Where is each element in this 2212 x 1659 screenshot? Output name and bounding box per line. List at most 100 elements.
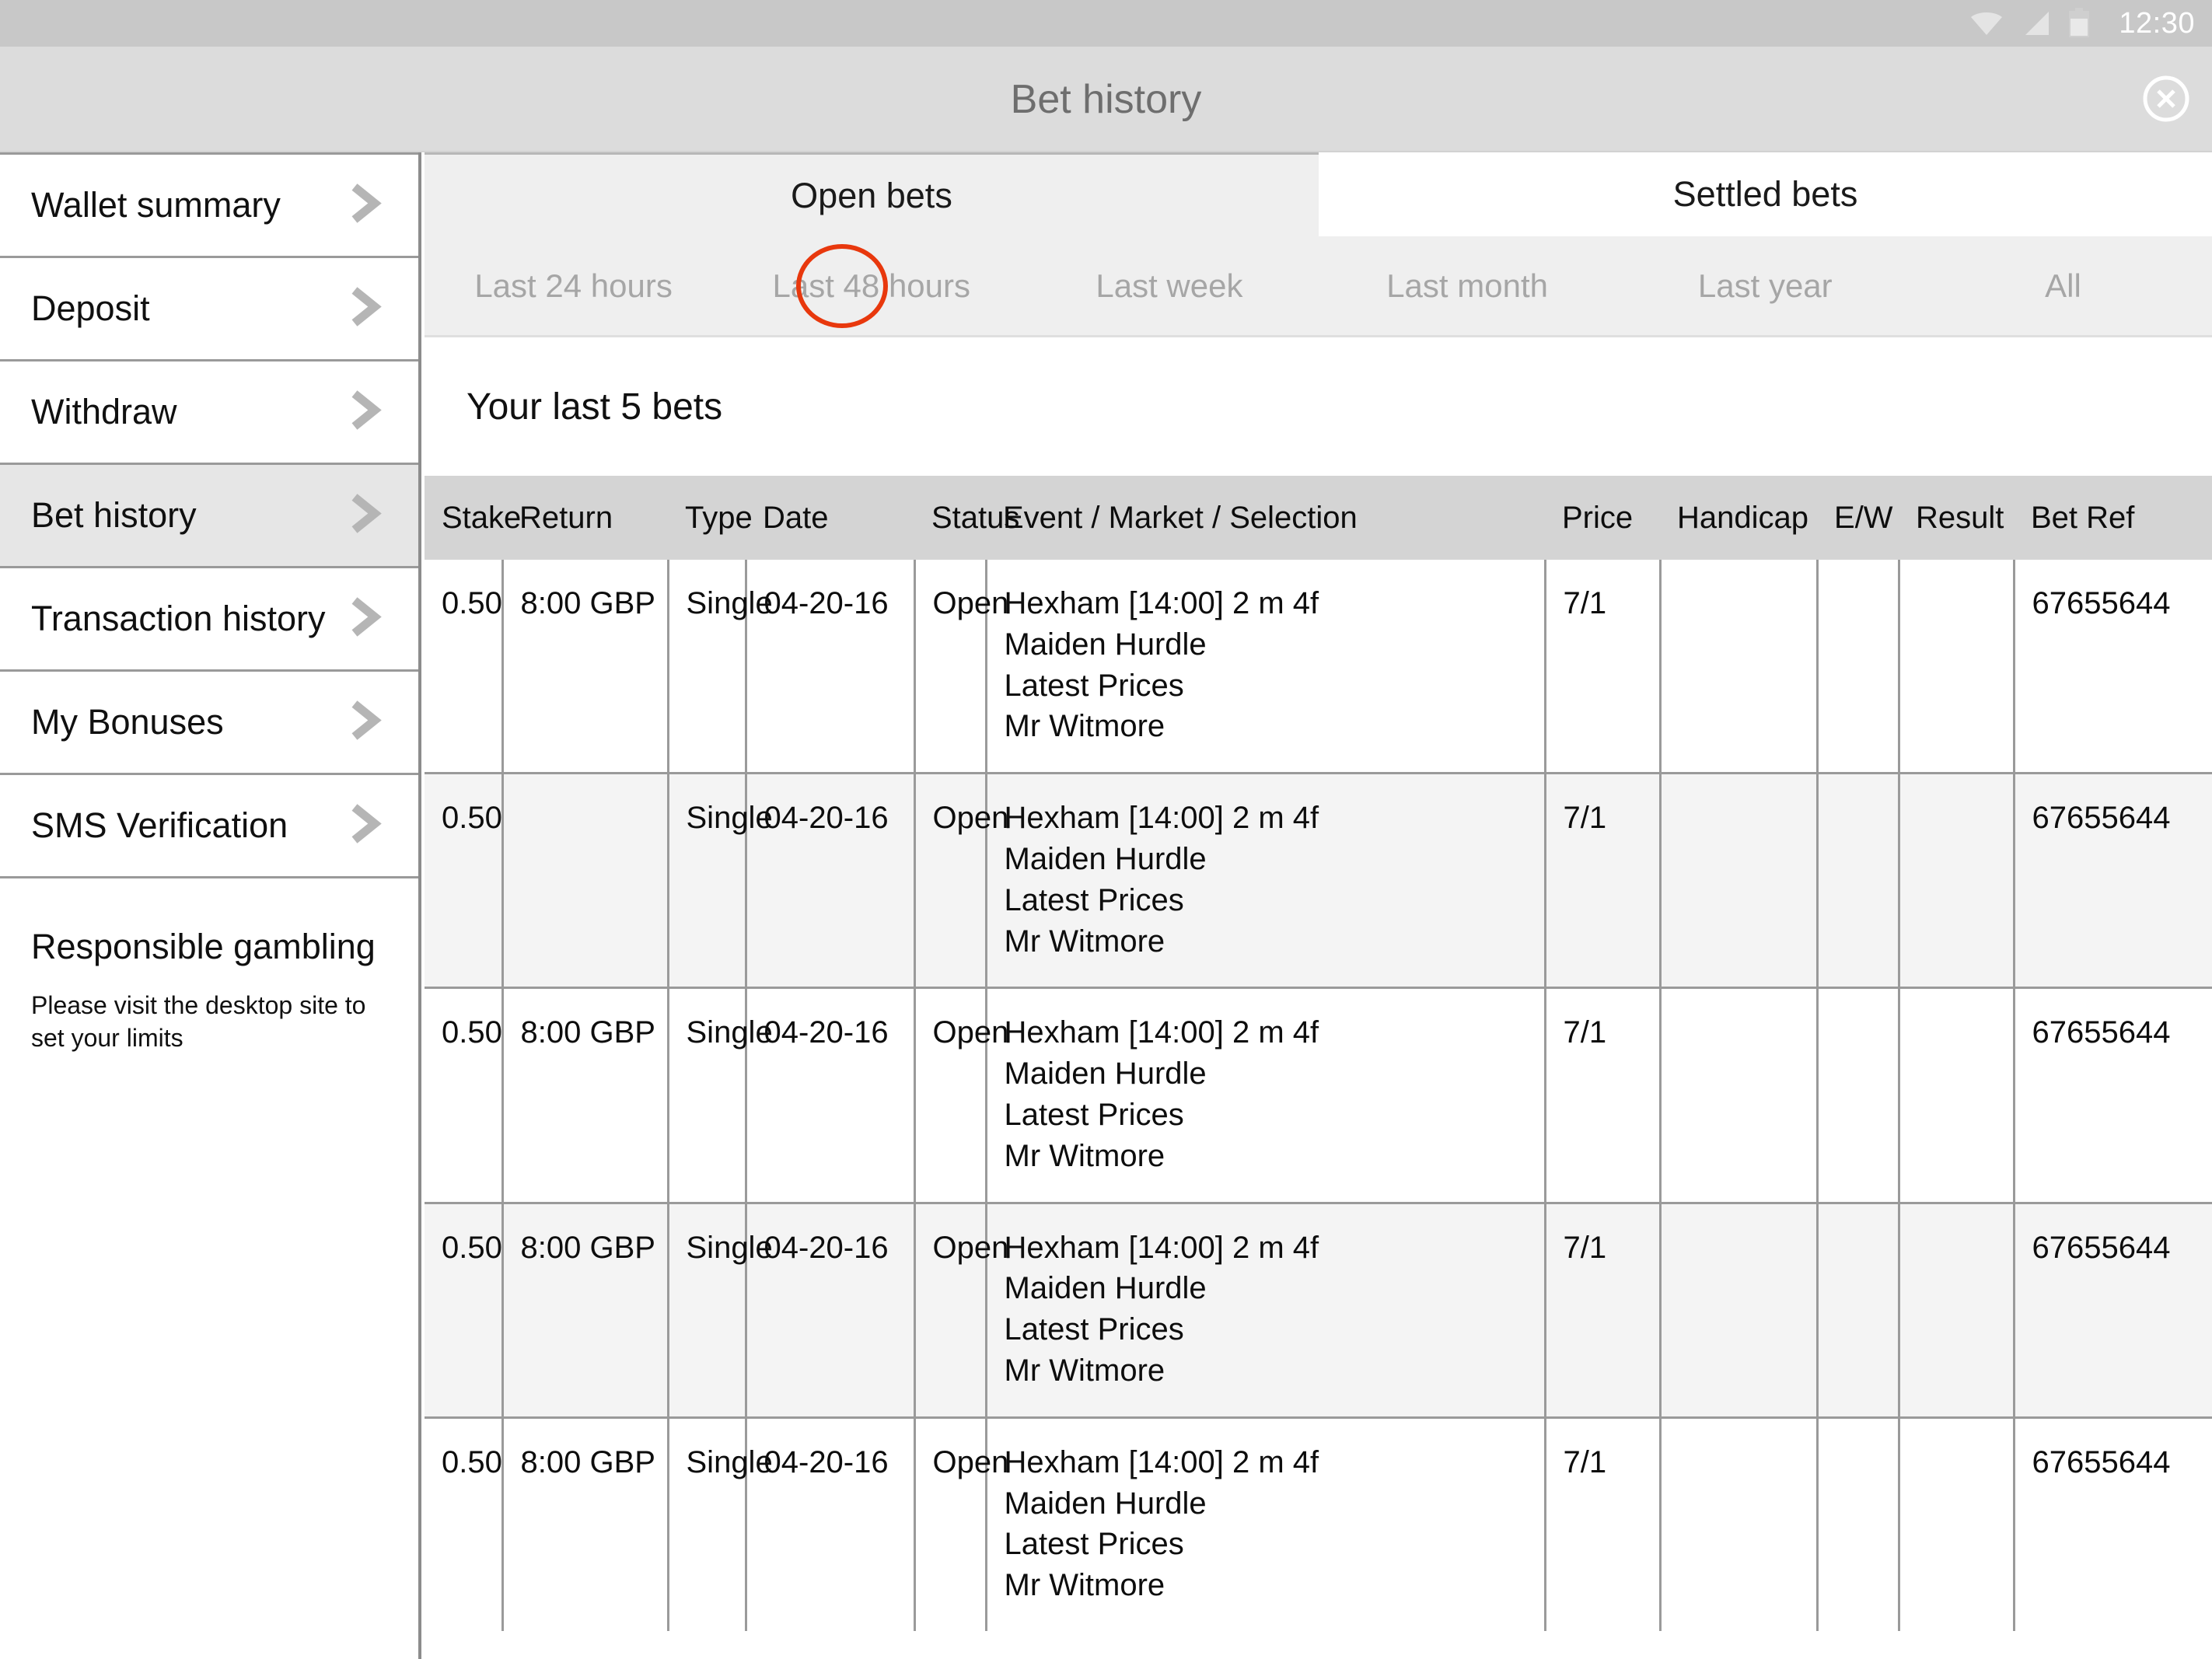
- table-row[interactable]: 0.50 8:00 GBP Single 04-20-16 Open Hexha…: [425, 987, 2212, 1204]
- chevron-right-icon: [348, 596, 383, 642]
- account-sidebar: Wallet summary Deposit Withdraw Bet hist…: [0, 152, 421, 1659]
- sidebar-item-my-bonuses[interactable]: My Bonuses: [0, 669, 418, 775]
- cell-return: 8:00 GBP: [501, 560, 669, 775]
- selection-name: Mr Witmore: [1004, 709, 1165, 744]
- cell-type: Single: [666, 987, 773, 1204]
- sidebar-item-label: Wallet summary: [31, 185, 281, 225]
- price-type: Latest Prices: [1004, 1527, 1184, 1562]
- price-type: Latest Prices: [1004, 668, 1184, 703]
- selection-name: Mr Witmore: [1004, 1138, 1165, 1173]
- cell-handicap: [1658, 987, 1819, 1204]
- cell-stake: 0.50: [425, 1417, 504, 1631]
- section-title: Your last 5 bets: [467, 386, 723, 428]
- table-row[interactable]: 0.50 8:00 GBP Single 04-20-16 Open Hexha…: [425, 560, 2212, 775]
- status-icons: 12:30: [1969, 8, 2195, 39]
- table-row[interactable]: 0.50 8:00 GBP Single 04-20-16 Open Hexha…: [425, 1203, 2212, 1419]
- col-header-price: Price: [1545, 476, 1660, 560]
- cell-return: [501, 773, 669, 990]
- price-type: Latest Prices: [1004, 1312, 1184, 1347]
- cell-event: Hexham [14:00] 2 m 4f Maiden Hurdle Late…: [984, 560, 1546, 775]
- cell-bet-ref: 67655644: [2012, 987, 2212, 1204]
- sidebar-item-label: Bet history: [31, 495, 197, 535]
- sidebar-item-label: Deposit: [31, 288, 150, 328]
- cell-price: 7/1: [1543, 773, 1662, 990]
- chevron-right-icon: [348, 183, 383, 229]
- filter-last-48-hours[interactable]: Last 48 hours: [722, 267, 1020, 305]
- filter-last-week[interactable]: Last week: [1020, 267, 1318, 305]
- wifi-icon: [1969, 10, 2004, 37]
- market-name: Maiden Hurdle: [1004, 1057, 1207, 1091]
- col-header-event: Event / Market / Selection: [986, 476, 1545, 560]
- responsible-gambling-block: Responsible gambling Please visit the de…: [0, 878, 418, 1054]
- sidebar-item-bet-history[interactable]: Bet history: [0, 463, 418, 568]
- event-name: Hexham [14:00] 2 m 4f: [1004, 1015, 1319, 1050]
- filter-last-year[interactable]: Last year: [1616, 267, 1914, 305]
- app-title-bar: Bet history: [0, 47, 2212, 152]
- tab-open-bets[interactable]: Open bets: [425, 152, 1319, 236]
- cell-stake: 0.50: [425, 1203, 504, 1419]
- event-name: Hexham [14:00] 2 m 4f: [1004, 1230, 1319, 1265]
- cell-status: Open: [913, 1203, 1008, 1419]
- chevron-right-icon: [348, 389, 383, 435]
- signal-icon: [2021, 10, 2050, 37]
- table-row[interactable]: 0.50 Single 04-20-16 Open Hexham [14:00]…: [425, 773, 2212, 990]
- date-range-filter-bar: Last 24 hours Last 48 hours Last week La…: [425, 236, 2212, 337]
- cell-handicap: [1658, 1417, 1819, 1631]
- market-name: Maiden Hurdle: [1004, 1271, 1207, 1306]
- cell-handicap: [1658, 773, 1819, 990]
- price-type: Latest Prices: [1004, 1097, 1184, 1132]
- cell-price: 7/1: [1543, 987, 1662, 1204]
- cell-handicap: [1658, 1203, 1819, 1419]
- cell-result: [1897, 987, 2015, 1204]
- chevron-right-icon: [348, 493, 383, 539]
- table-row[interactable]: 0.50 8:00 GBP Single 04-20-16 Open Hexha…: [425, 1417, 2212, 1631]
- col-header-result: Result: [1899, 476, 2014, 560]
- cell-type: Single: [666, 560, 773, 775]
- chevron-right-icon: [348, 700, 383, 746]
- responsible-gambling-title: Responsible gambling: [31, 927, 376, 966]
- cell-stake: 0.50: [425, 987, 504, 1204]
- cell-type: Single: [666, 1417, 773, 1631]
- selection-name: Mr Witmore: [1004, 1353, 1165, 1388]
- cell-bet-ref: 67655644: [2012, 1417, 2212, 1631]
- cell-bet-ref: 67655644: [2012, 560, 2212, 775]
- bet-history-panel: Open bets Settled bets Last 24 hours Las…: [425, 152, 2212, 1659]
- page-title: Bet history: [1010, 77, 1202, 122]
- sidebar-item-wallet-summary[interactable]: Wallet summary: [0, 152, 418, 258]
- col-header-ew: E/W: [1817, 476, 1899, 560]
- cell-return: 8:00 GBP: [501, 987, 669, 1204]
- cell-status: Open: [913, 1417, 1008, 1631]
- cell-stake: 0.50: [425, 560, 504, 775]
- cell-result: [1897, 560, 2015, 775]
- sidebar-item-label: Withdraw: [31, 392, 177, 431]
- close-icon[interactable]: [2142, 75, 2190, 123]
- filter-last-month[interactable]: Last month: [1319, 267, 1616, 305]
- col-header-status: Status: [914, 476, 1019, 560]
- market-name: Maiden Hurdle: [1004, 1486, 1207, 1521]
- cell-handicap: [1658, 560, 1819, 775]
- cell-price: 7/1: [1543, 560, 1662, 775]
- cell-type: Single: [666, 1203, 773, 1419]
- status-clock: 12:30: [2119, 7, 2195, 40]
- price-type: Latest Prices: [1004, 882, 1184, 917]
- cell-price: 7/1: [1543, 1203, 1662, 1419]
- app-root: 12:30 Bet history Wallet summary Deposit: [0, 0, 2212, 1659]
- battery-icon: [2067, 8, 2091, 39]
- sidebar-item-sms-verification[interactable]: SMS Verification: [0, 773, 418, 878]
- cell-ew: [1815, 1417, 1900, 1631]
- cell-event: Hexham [14:00] 2 m 4f Maiden Hurdle Late…: [984, 1417, 1546, 1631]
- cell-date: 04-20-16: [744, 987, 916, 1204]
- android-status-bar: 12:30: [0, 0, 2212, 47]
- col-header-bet-ref: Bet Ref: [2014, 476, 2212, 560]
- table-body: 0.50 8:00 GBP Single 04-20-16 Open Hexha…: [425, 560, 2212, 1631]
- col-header-type: Type: [668, 476, 753, 560]
- sidebar-item-withdraw[interactable]: Withdraw: [0, 359, 418, 465]
- filter-last-24-hours[interactable]: Last 24 hours: [425, 267, 722, 305]
- tab-settled-bets[interactable]: Settled bets: [1319, 152, 2212, 236]
- sidebar-item-deposit[interactable]: Deposit: [0, 256, 418, 361]
- col-header-date: Date: [746, 476, 914, 560]
- sidebar-item-transaction-history[interactable]: Transaction history: [0, 566, 418, 672]
- col-header-handicap: Handicap: [1660, 476, 1817, 560]
- event-name: Hexham [14:00] 2 m 4f: [1004, 586, 1319, 620]
- filter-all[interactable]: All: [1914, 267, 2212, 305]
